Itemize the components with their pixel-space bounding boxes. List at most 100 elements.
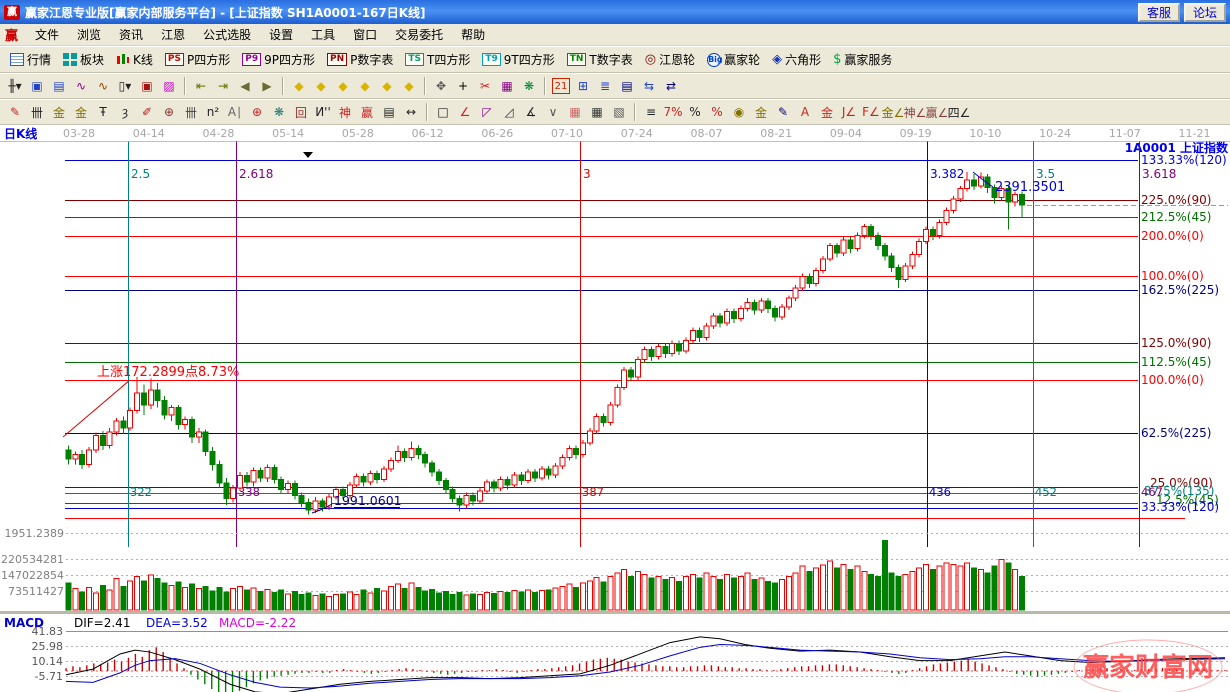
hexagon-button[interactable]: ◈六角形	[766, 49, 827, 70]
candle-body[interactable]	[622, 370, 627, 388]
hatch-tool[interactable]: ▧	[608, 102, 630, 122]
candle-body[interactable]	[649, 349, 654, 356]
candle-body[interactable]	[814, 271, 819, 284]
candle-body[interactable]	[93, 435, 98, 450]
fit-height-button[interactable]: ◆	[376, 76, 398, 96]
candle-body[interactable]	[141, 393, 146, 405]
candle-body[interactable]	[546, 469, 551, 475]
fit-all-button[interactable]: ◆	[398, 76, 420, 96]
candle-body[interactable]	[512, 475, 517, 485]
ruler-123-tool[interactable]: ▤	[378, 102, 400, 122]
save-button[interactable]: ▤	[616, 76, 638, 96]
candle-body[interactable]	[189, 419, 194, 437]
candle-body[interactable]	[436, 472, 441, 481]
gold-ratio-down-tool[interactable]: 金	[70, 102, 92, 122]
candle-body[interactable]	[519, 475, 524, 481]
candle-body[interactable]	[800, 276, 805, 288]
fan-box-dark-tool[interactable]: ◿	[498, 102, 520, 122]
candle-body[interactable]	[128, 411, 133, 429]
shen-angle-tool[interactable]: 神∠	[904, 102, 926, 122]
p-number-table-button[interactable]: PNP数字表	[321, 49, 399, 70]
color-chart-button[interactable]: ▨	[158, 76, 180, 96]
t-square-button[interactable]: TST四方形	[399, 49, 476, 70]
candle-body[interactable]	[690, 330, 695, 340]
candle-body[interactable]	[773, 308, 778, 317]
candle-body[interactable]	[114, 421, 119, 432]
gann-wheel-button[interactable]: ◎江恩轮	[639, 49, 701, 70]
percent-tool[interactable]: %	[684, 102, 706, 122]
next-bar-button[interactable]: ▶	[256, 76, 278, 96]
candle-body[interactable]	[759, 301, 764, 310]
candle-body[interactable]	[388, 460, 393, 469]
candle-body[interactable]	[629, 370, 634, 377]
menu-7[interactable]: 窗口	[344, 23, 386, 46]
candle-body[interactable]	[244, 476, 249, 483]
candle-body[interactable]	[478, 491, 483, 501]
circle-cross-tool[interactable]: ⊕	[246, 102, 268, 122]
last-bar-button[interactable]: ⇥	[212, 76, 234, 96]
candle-body[interactable]	[930, 230, 935, 236]
candle-body[interactable]	[642, 349, 647, 359]
date-tick[interactable]: 11-07	[1109, 127, 1141, 140]
report-button[interactable]: ≣	[594, 76, 616, 96]
candle-body[interactable]	[313, 501, 318, 510]
volume-profile-tool[interactable]: ≡	[640, 102, 662, 122]
candle-body[interactable]	[745, 303, 750, 309]
candle-body[interactable]	[162, 400, 167, 415]
p-square-button[interactable]: PSP四方形	[159, 49, 236, 70]
candle-body[interactable]	[793, 288, 798, 298]
chart-9-line-button[interactable]: ∿	[92, 76, 114, 96]
date-tick[interactable]: 09-19	[900, 127, 932, 140]
chart-3-line-button[interactable]: ∿	[70, 76, 92, 96]
candle-body[interactable]	[224, 483, 229, 498]
menu-2[interactable]: 资讯	[110, 23, 152, 46]
candle-body[interactable]	[155, 390, 160, 400]
calendar-button[interactable]: 21	[552, 78, 570, 94]
candle-body[interactable]	[361, 476, 366, 482]
t9-square-button[interactable]: T99T四方形	[476, 49, 560, 70]
sync-user-button[interactable]: ⇄	[660, 76, 682, 96]
candle-body[interactable]	[567, 449, 572, 458]
date-tick[interactable]: 11-21	[1179, 127, 1211, 140]
a-channel-tool[interactable]: A	[794, 102, 816, 122]
candle-body[interactable]	[581, 443, 586, 455]
candle-body[interactable]	[965, 180, 970, 189]
menu-5[interactable]: 设置	[260, 23, 302, 46]
trend-angle-tool[interactable]: ∡	[520, 102, 542, 122]
mirror-tool[interactable]: A∣	[224, 102, 246, 122]
zoom-in-x-button[interactable]: ◆	[310, 76, 332, 96]
candle-body[interactable]	[80, 454, 85, 464]
ying-grid-tool[interactable]: 赢	[356, 102, 378, 122]
candle-body[interactable]	[855, 235, 860, 248]
candle-body[interactable]	[574, 449, 579, 455]
zoom-out-x-button[interactable]: ◆	[288, 76, 310, 96]
candle-body[interactable]	[553, 466, 558, 475]
candle-body[interactable]	[526, 472, 531, 481]
delete-line-button[interactable]: ✂	[474, 76, 496, 96]
candle-body[interactable]	[73, 454, 78, 458]
candle-body[interactable]	[910, 254, 915, 266]
first-bar-button[interactable]: ⇤	[190, 76, 212, 96]
gann-grid-button[interactable]: ▦	[496, 76, 518, 96]
candle-body[interactable]	[217, 465, 222, 483]
square-web-tool[interactable]: 回	[290, 102, 312, 122]
candle-body[interactable]	[663, 346, 668, 353]
candle-body[interactable]	[635, 360, 640, 378]
candle-body[interactable]	[903, 266, 908, 279]
candle-body[interactable]	[121, 421, 126, 428]
gold-red-tool[interactable]: 金	[816, 102, 838, 122]
span-measure-tool[interactable]: ↔	[400, 102, 422, 122]
candle-body[interactable]	[917, 241, 922, 254]
si-angle-tool[interactable]: 四∠	[948, 102, 970, 122]
date-tick[interactable]: 04-14	[133, 127, 165, 140]
candle-body[interactable]	[807, 276, 812, 283]
candle-body[interactable]	[368, 473, 373, 482]
restore-zoom-button[interactable]: ◆	[354, 76, 376, 96]
p9-square-button[interactable]: P99P四方形	[236, 49, 321, 70]
candle-body[interactable]	[786, 298, 791, 307]
date-tick[interactable]: 10-10	[969, 127, 1001, 140]
date-tick[interactable]: 10-24	[1039, 127, 1071, 140]
candle-body[interactable]	[896, 268, 901, 280]
candle-body[interactable]	[738, 308, 743, 318]
candle-body[interactable]	[457, 498, 462, 505]
